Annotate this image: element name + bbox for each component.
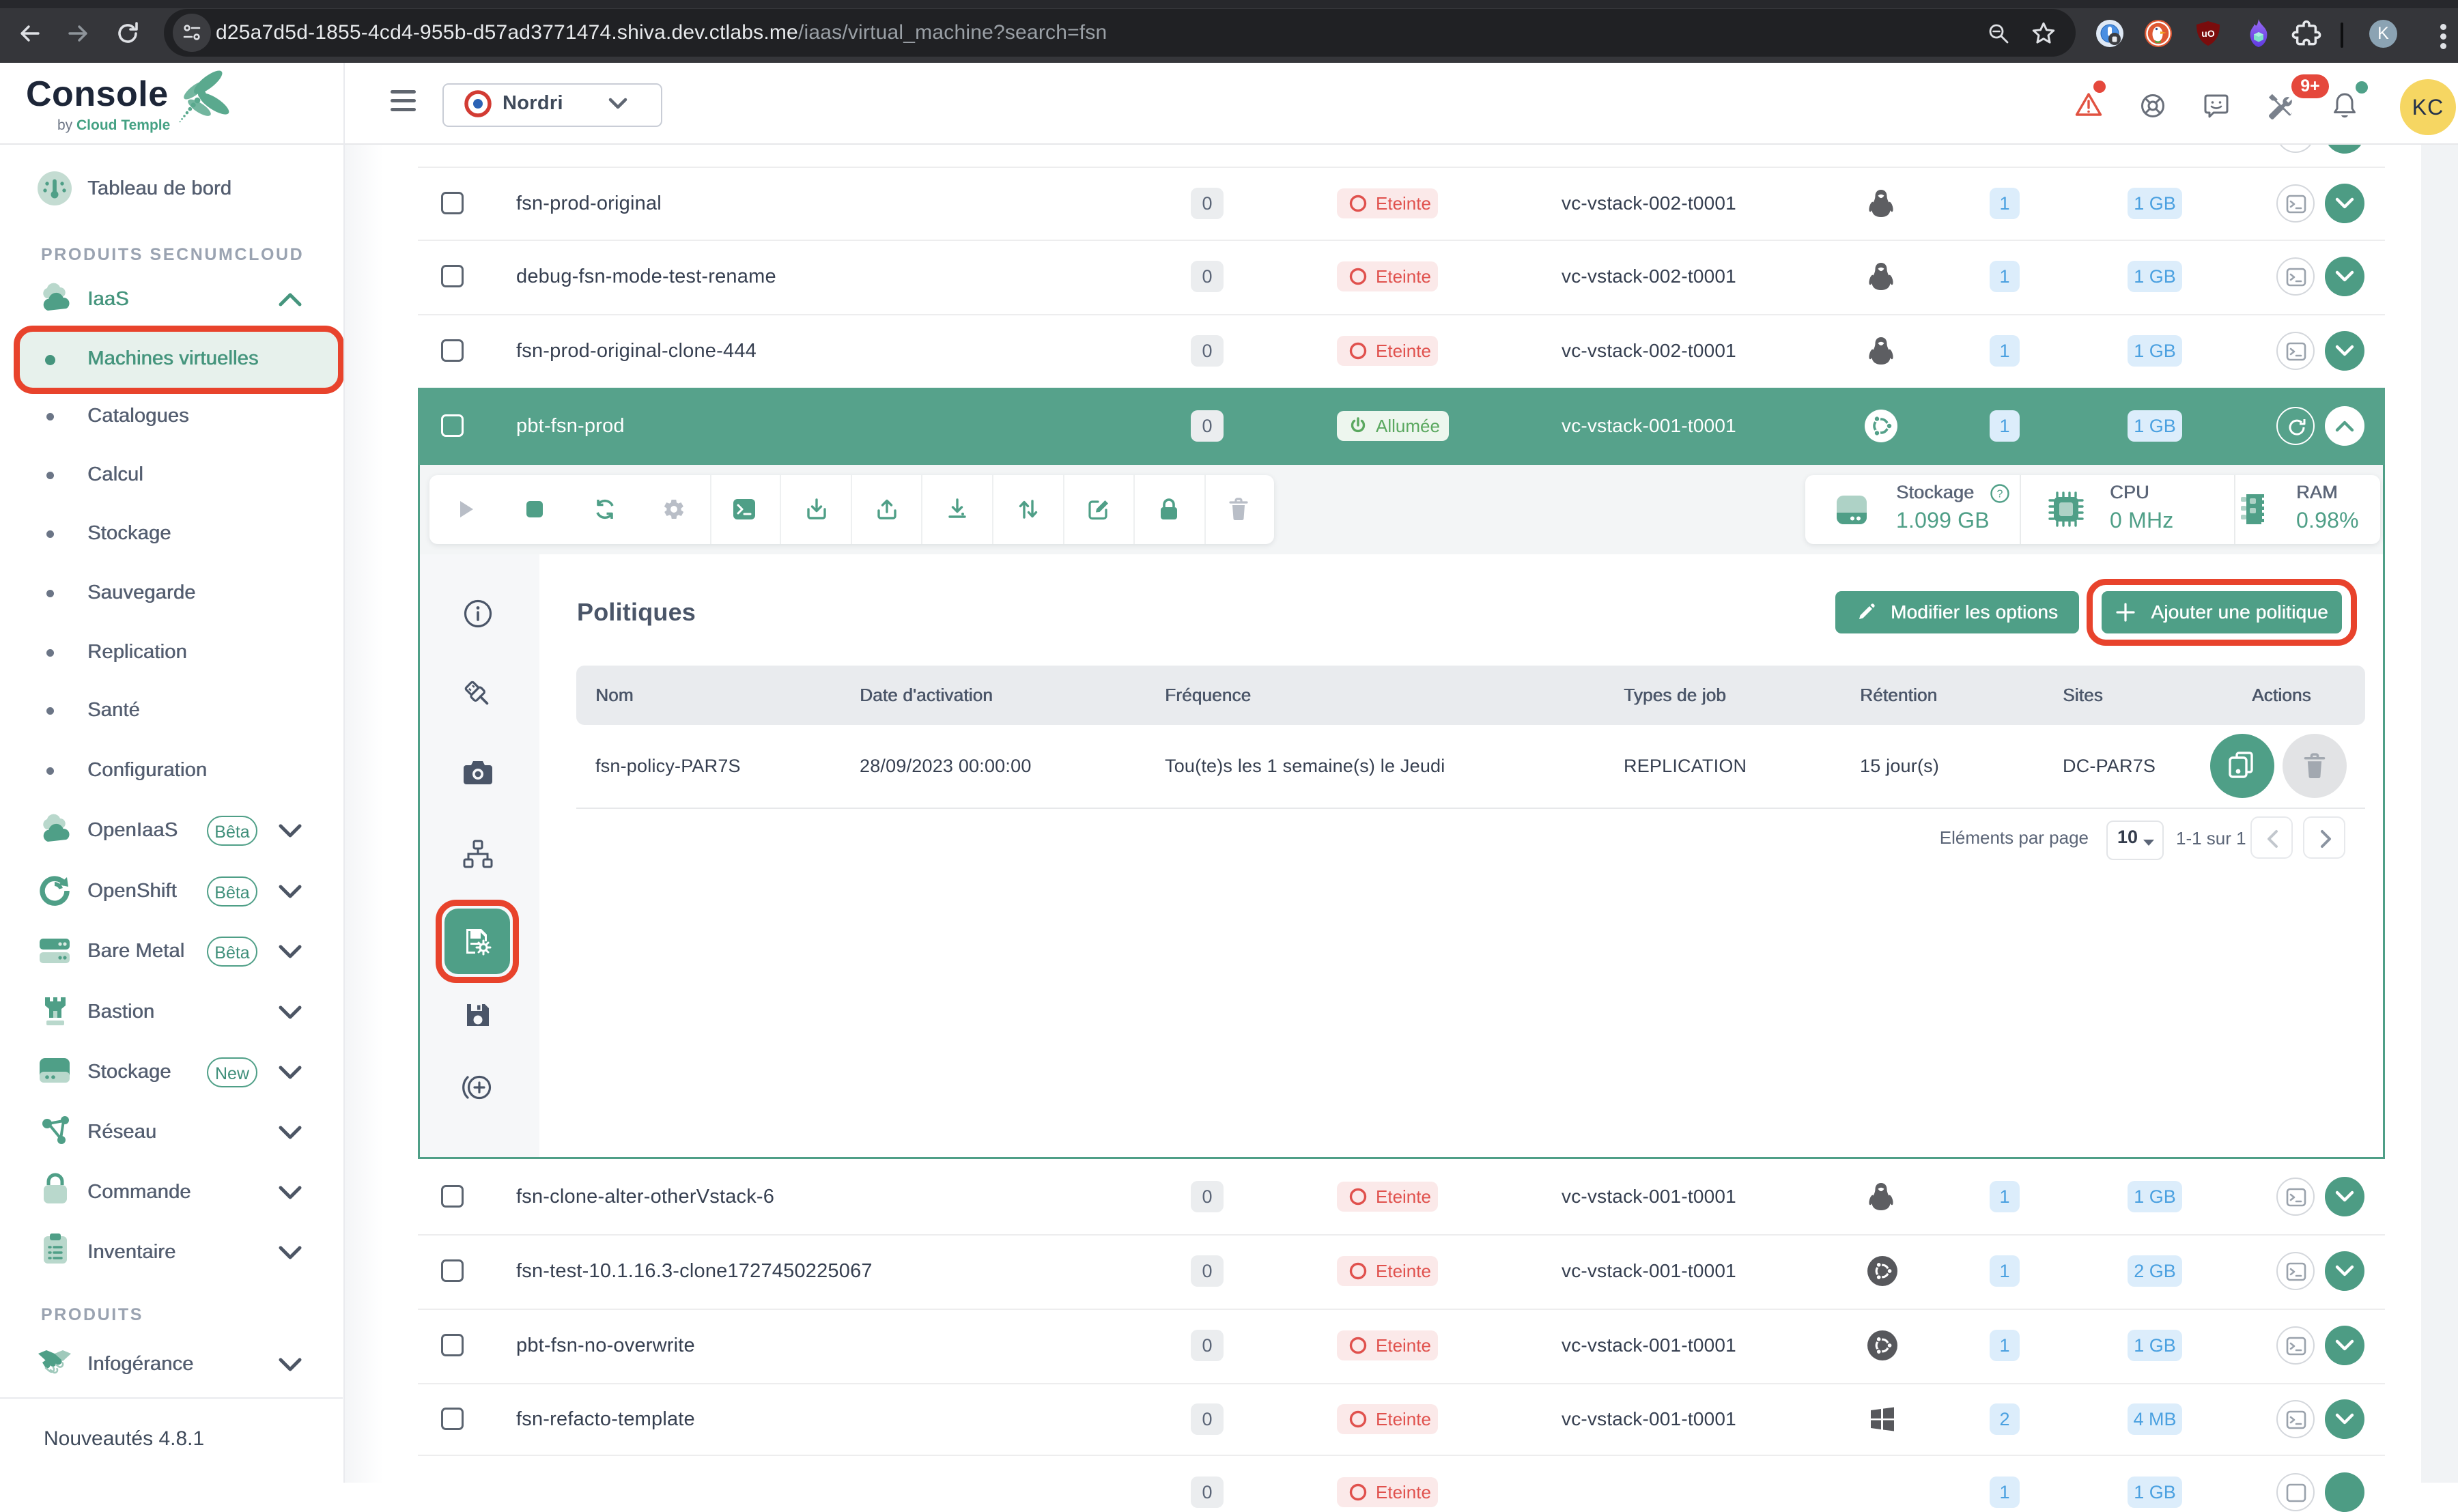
svg-text:?: ? <box>1997 489 2003 500</box>
svg-text:uO: uO <box>2201 28 2215 39</box>
